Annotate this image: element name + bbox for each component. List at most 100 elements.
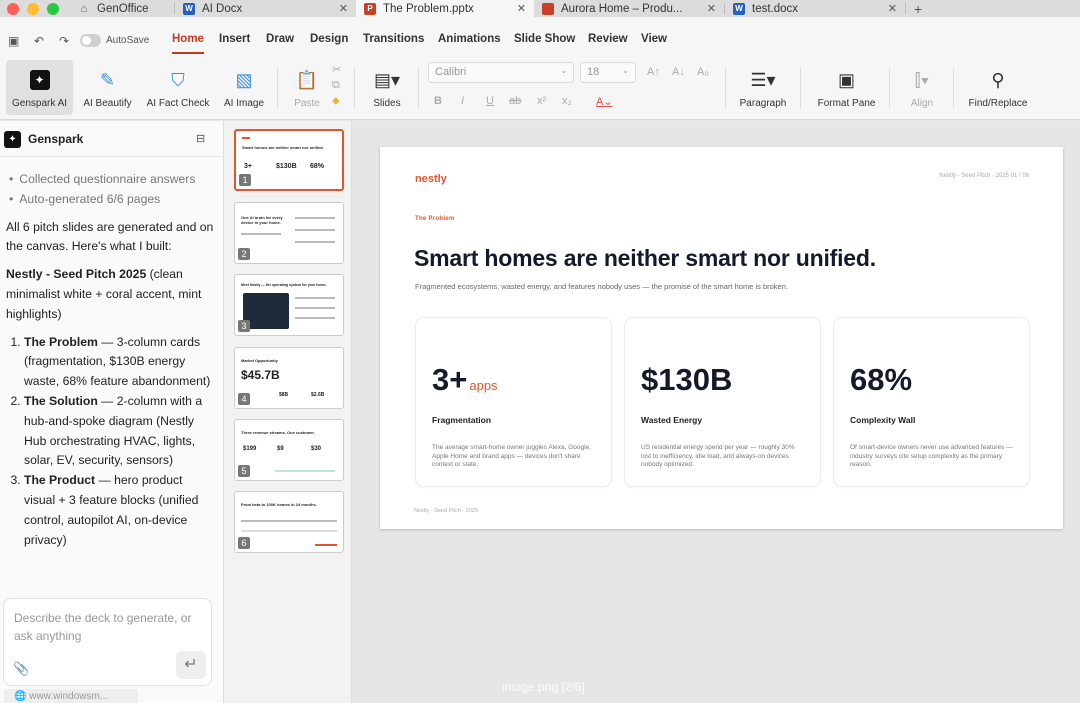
send-button[interactable]: ↵ (176, 651, 206, 679)
tab-bar: ⌂ GenOffice W AI Docx ✕ P The Problem.pp… (0, 0, 1080, 17)
tab-ai-docx[interactable]: W AI Docx ✕ (175, 0, 356, 17)
paste-button[interactable]: 📋 Paste (290, 60, 324, 115)
menu-review[interactable]: Review (588, 33, 628, 45)
close-icon[interactable]: ✕ (517, 2, 526, 15)
genspark-ai-button[interactable]: ✦ Genspark AI (6, 60, 73, 115)
slide-meta: Nestly · Seed Pitch · 2025 01 / 06 (939, 173, 1029, 179)
thumb-line (295, 241, 335, 243)
tab-test-docx[interactable]: W test.docx ✕ (725, 0, 905, 17)
current-slide[interactable]: nestly Nestly · Seed Pitch · 2025 01 / 0… (380, 147, 1063, 529)
strikethrough-icon[interactable]: ab (509, 95, 521, 107)
autosave-label: AutoSave (106, 35, 150, 46)
slide-thumbnail-3[interactable]: Meet Nestly — the operating system for y… (234, 274, 344, 336)
close-window-button[interactable] (7, 2, 19, 15)
ai-fact-check-button[interactable]: ⛉ AI Fact Check (143, 60, 213, 115)
redo-icon[interactable]: ↷ (59, 34, 69, 48)
slide-footer: Nestly · Seed Pitch · 2025 (414, 508, 478, 514)
collapse-panel-icon[interactable]: ⊟ (196, 132, 205, 145)
minimize-window-button[interactable] (27, 2, 39, 15)
slide-brand: nestly (415, 173, 447, 185)
status-item: Auto-generated 6/6 pages (6, 190, 216, 210)
slide-thumbnail-2[interactable]: One AI brain for every device in your ho… (234, 202, 344, 264)
panel-header: ✦ Genspark ⊟ (0, 121, 224, 157)
format-pane-button[interactable]: ▣ Format Pane (813, 60, 880, 115)
undo-icon[interactable]: ↶ (34, 34, 44, 48)
card-label: Complexity Wall (850, 415, 916, 425)
thumb-line (295, 229, 335, 231)
item-head: The Product (24, 473, 96, 488)
stat-suffix: apps (469, 378, 498, 393)
ai-image-button[interactable]: ▧ AI Image (220, 60, 268, 115)
sparkle-icon: ✦ (29, 70, 50, 90)
thumb-line (295, 297, 335, 299)
tab-the-problem[interactable]: P The Problem.pptx ✕ (356, 0, 534, 17)
chat-input[interactable]: Describe the deck to generate, or ask an… (3, 598, 212, 686)
font-name-select[interactable]: Calibri ⌄ (428, 62, 574, 83)
tab-aurora-home[interactable]: Aurora Home – Produ... ✕ (534, 0, 724, 17)
menu-draw[interactable]: Draw (266, 33, 294, 45)
menu-slide-show[interactable]: Slide Show (514, 33, 575, 45)
thumb-stat: $199 (243, 446, 257, 452)
font-color-icon[interactable]: A⌄ (596, 95, 613, 108)
close-icon[interactable]: ✕ (888, 2, 897, 15)
slides-button[interactable]: ▤▾ Slides (366, 60, 408, 115)
format-painter-icon[interactable]: ⬥ (332, 95, 340, 108)
deck-name: Nestly - Seed Pitch 2025 (6, 267, 147, 282)
stat-number: 68% (850, 362, 913, 397)
increase-font-icon[interactable]: A↑ (647, 66, 660, 78)
thumb-line (241, 233, 281, 235)
attach-icon[interactable]: 📎 (13, 661, 29, 677)
thumb-brand (242, 137, 250, 139)
ai-beautify-label: AI Beautify (83, 98, 132, 109)
menu-insert[interactable]: Insert (219, 33, 250, 45)
close-icon[interactable]: ✕ (339, 2, 348, 15)
panel-title: Genspark (28, 132, 84, 146)
copy-icon[interactable]: ⧉ (332, 79, 340, 92)
tab-genoffice[interactable]: ⌂ GenOffice (70, 0, 174, 17)
clipboard-icon: 📋 (295, 70, 319, 90)
menu-design[interactable]: Design (310, 33, 348, 45)
thumb-stat: 3+ (244, 163, 252, 170)
close-icon[interactable]: ✕ (707, 2, 716, 15)
slide-thumbnail-1[interactable]: Smart homes are neither smart nor unifie… (234, 129, 344, 191)
tab-label: AI Docx (202, 2, 243, 15)
thumb-stat: $9 (277, 446, 284, 452)
card-label: Wasted Energy (641, 415, 703, 425)
superscript-icon[interactable]: x² (537, 95, 546, 107)
font-size-select[interactable]: 18 ⌄ (580, 62, 636, 83)
menu-transitions[interactable]: Transitions (363, 33, 424, 45)
menu-animations[interactable]: Animations (438, 33, 501, 45)
underline-icon[interactable]: U (486, 95, 494, 107)
ai-beautify-button[interactable]: ✎ AI Beautify (80, 60, 135, 115)
save-icon[interactable]: ▣ (8, 34, 19, 48)
slide-thumbnail-5[interactable]: Three revenue streams. One customer. $19… (234, 419, 344, 481)
menu-view[interactable]: View (641, 33, 667, 45)
autosave-toggle[interactable] (80, 34, 101, 47)
decrease-font-icon[interactable]: A↓ (672, 66, 685, 78)
powerpoint-icon: P (364, 2, 376, 15)
deck-summary: Nestly - Seed Pitch 2025 (clean minimali… (6, 265, 216, 324)
find-replace-button[interactable]: ⚲ Find/Replace (964, 60, 1032, 115)
slides-layout-icon: ▤▾ (373, 70, 401, 90)
thumb-title: Smart homes are neither smart nor unifie… (242, 145, 324, 150)
stat-value: 68% (850, 362, 912, 398)
format-pane-icon: ▣ (837, 70, 855, 90)
font-size-value: 18 (587, 66, 600, 78)
list-item: The Solution — 2-column with a hub-and-s… (24, 392, 216, 471)
italic-icon[interactable]: I (461, 95, 464, 107)
cut-icon[interactable]: ✂ (332, 63, 341, 76)
ai-image-label: AI Image (223, 98, 265, 109)
slide-thumbnail-4[interactable]: Market Opportunity $45.7B $8B $2.6B 4 (234, 347, 344, 409)
clear-format-icon[interactable]: A₀ (697, 66, 709, 78)
slide-number: 5 (238, 465, 250, 477)
new-tab-button[interactable]: + (906, 1, 930, 17)
slide-thumbnail-6[interactable]: From beta to 100K homes in 24 months. 6 (234, 491, 344, 553)
card-description: US residential energy spend per year — r… (641, 444, 795, 468)
subscript-icon[interactable]: x₂ (562, 95, 572, 107)
format-pane-label: Format Pane (817, 98, 876, 109)
maximize-window-button[interactable] (47, 2, 59, 15)
menu-home[interactable]: Home (172, 33, 204, 54)
bold-icon[interactable]: B (434, 95, 442, 107)
align-button[interactable]: ⫿▾ Align (900, 60, 944, 115)
paragraph-button[interactable]: ☰▾ Paragraph (735, 60, 791, 115)
